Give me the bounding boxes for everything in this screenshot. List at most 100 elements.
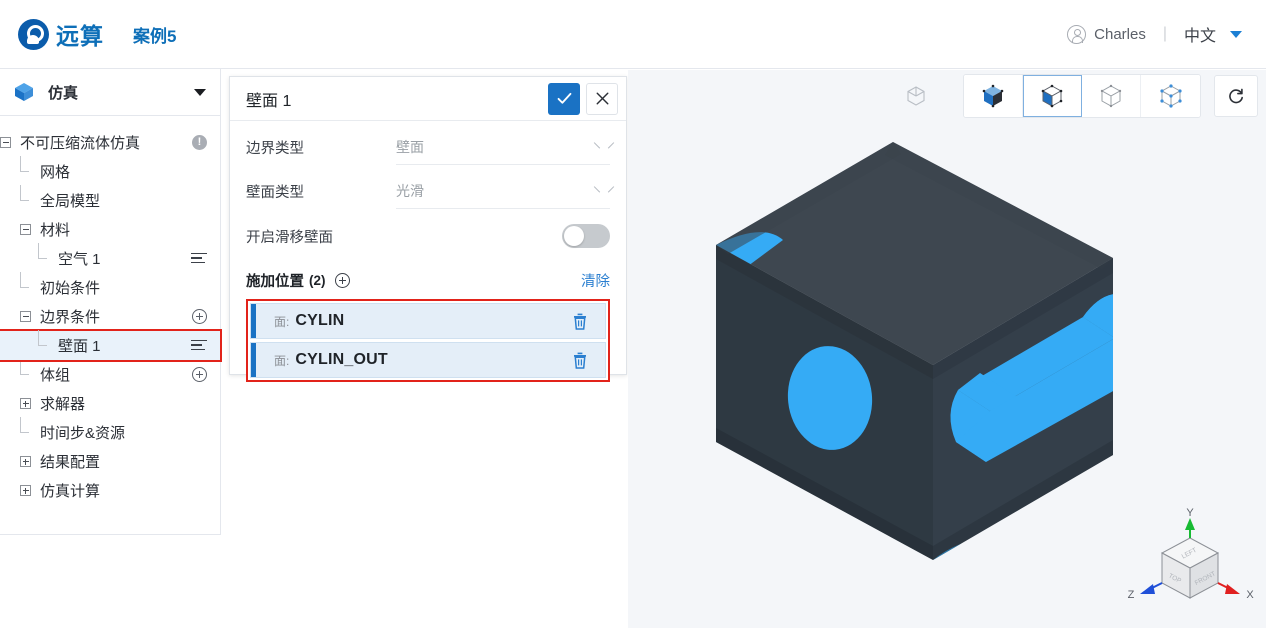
tree-item-label: 空气 1 (58, 251, 101, 268)
gizmo-z-label: Z (1128, 589, 1135, 601)
expand-icon[interactable] (20, 456, 31, 467)
collapse-icon[interactable] (20, 224, 31, 235)
language-label: 中文 (1183, 28, 1216, 45)
plus-circle-icon[interactable] (192, 367, 207, 382)
shaded-edges-cube-icon[interactable] (1023, 75, 1082, 117)
chevron-down-icon[interactable] (194, 88, 206, 96)
slip-wall-label: 开启滑移壁面 (246, 229, 333, 246)
collapse-icon[interactable] (0, 137, 11, 148)
cancel-button[interactable] (586, 82, 618, 115)
list-menu-icon[interactable] (191, 339, 207, 352)
tree-item-label: 仿真计算 (40, 483, 101, 500)
slip-wall-switch[interactable] (562, 224, 610, 248)
plus-circle-icon[interactable] (192, 309, 207, 324)
selection-item[interactable]: 面: CYLIN_OUT (250, 342, 606, 378)
hidden-line-cube-icon[interactable] (1082, 75, 1141, 117)
app-header: 远算 案例5 Charles | 中文 (0, 0, 1266, 69)
orientation-gizmo[interactable]: LEFT TOP FRONT Y X Z (1126, 507, 1256, 620)
panel-title: 壁面 1 (246, 92, 292, 110)
tree-item-10[interactable]: 时间步&资源 (0, 417, 220, 447)
panel-header: 壁面 1 (230, 77, 626, 121)
gizmo-x-label: X (1246, 589, 1254, 601)
selection-name: CYLIN_OUT (295, 351, 388, 368)
tree-item-7[interactable]: 壁面 1 (0, 329, 222, 362)
plus-circle-icon[interactable] (334, 272, 350, 288)
property-dropdown[interactable]: 壁面 (396, 129, 610, 165)
header-right: Charles | 中文 (1067, 22, 1242, 46)
chevron-down-icon (595, 185, 606, 196)
wireframe-cube-icon[interactable] (894, 74, 938, 118)
reset-view-icon[interactable] (1214, 75, 1258, 117)
check-icon (557, 92, 571, 104)
brand[interactable]: 远算 (18, 17, 104, 51)
trash-icon[interactable] (572, 351, 588, 369)
tree-branch-line (20, 417, 31, 438)
app-root: 远算 案例5 Charles | 中文 仿真 不可压缩流体仿真! 网格全局模型 … (0, 0, 1266, 628)
property-value: 光滑 (396, 182, 424, 199)
language-selector[interactable]: 中文 (1184, 22, 1242, 46)
tree-branch-line (20, 185, 31, 206)
tree-item-8[interactable]: 体组 (0, 359, 220, 389)
tree-item-9[interactable]: 求解器 (0, 389, 220, 418)
boundary-properties-panel: 壁面 1 边界类型 壁面 壁面类型 光滑 开启滑移壁面 施加位置 (2) 清除 … (229, 76, 627, 382)
shaded-cube-icon[interactable] (964, 75, 1023, 117)
selection-item[interactable]: 面: CYLIN (250, 303, 606, 339)
panel-body: 边界类型 壁面 壁面类型 光滑 开启滑移壁面 施加位置 (2) 清除 面: CYLIN 面… (230, 129, 626, 382)
tree-branch-line (20, 359, 31, 380)
tree-item-2[interactable]: 全局模型 (0, 185, 220, 215)
chevron-down-icon (1230, 30, 1242, 38)
switch-knob (564, 226, 584, 246)
selection-list: 面: CYLIN 面: CYLIN_OUT (246, 299, 610, 382)
slip-wall-toggle-row: 开启滑移壁面 (246, 219, 610, 253)
tree-branch-line (38, 330, 49, 351)
cube-icon (15, 83, 33, 101)
collapse-icon[interactable] (20, 311, 31, 322)
tree-item-label: 全局模型 (40, 193, 101, 210)
selection-prefix: 面: (274, 314, 290, 329)
tree-item-label: 结果配置 (40, 454, 101, 471)
tree-item-0[interactable]: 不可压缩流体仿真! (0, 128, 220, 157)
property-dropdown[interactable]: 光滑 (396, 173, 610, 209)
clear-link[interactable]: 清除 (581, 270, 610, 291)
tree-item-4[interactable]: 空气 1 (0, 243, 220, 273)
apply-location-header: 施加位置 (2) 清除 (246, 267, 610, 293)
user-menu[interactable]: Charles (1067, 24, 1146, 44)
tree-item-label: 壁面 1 (58, 338, 101, 355)
tree-item-5[interactable]: 初始条件 (0, 272, 220, 302)
viewport-3d[interactable]: LEFT TOP FRONT Y X Z (628, 70, 1266, 628)
selection-name: CYLIN (295, 312, 345, 329)
close-icon (596, 92, 608, 105)
tree-item-label: 初始条件 (40, 280, 101, 297)
tree-item-1[interactable]: 网格 (0, 156, 220, 186)
sidebar-header[interactable]: 仿真 (0, 69, 220, 116)
sidebar: 仿真 不可压缩流体仿真! 网格全局模型材料空气 1 初始条件边界条件壁面 1 体组求解… (0, 69, 222, 535)
list-menu-icon[interactable] (191, 252, 207, 265)
property-label: 边界类型 (246, 140, 304, 157)
simulation-tree: 不可压缩流体仿真! 网格全局模型材料空气 1 初始条件边界条件壁面 1 体组求解器时间… (0, 116, 222, 505)
brand-name: 远算 (56, 23, 104, 49)
tree-item-3[interactable]: 材料 (0, 215, 220, 244)
tree-item-label: 网格 (40, 164, 71, 181)
tree-item-6[interactable]: 边界条件 (0, 302, 220, 331)
tree-item-action (191, 252, 207, 265)
tree-item-11[interactable]: 结果配置 (0, 447, 220, 476)
warning-circle-icon[interactable]: ! (192, 135, 207, 150)
points-cube-icon[interactable] (1141, 75, 1200, 117)
tree-branch-line (38, 243, 49, 264)
logo-icon (18, 18, 49, 50)
header-divider: | (1162, 25, 1167, 42)
user-name: Charles (1094, 25, 1146, 43)
tree-item-action (192, 367, 207, 382)
trash-icon[interactable] (572, 312, 588, 330)
tree-item-label: 时间步&资源 (40, 425, 126, 442)
confirm-button[interactable] (548, 82, 580, 115)
property-value: 壁面 (396, 138, 424, 155)
tree-item-12[interactable]: 仿真计算 (0, 476, 220, 505)
tree-branch-line (20, 156, 31, 177)
expand-icon[interactable] (20, 398, 31, 409)
tree-item-label: 体组 (40, 367, 71, 384)
expand-icon[interactable] (20, 485, 31, 496)
property-row-1: 壁面类型 光滑 (246, 173, 610, 209)
tree-item-label: 求解器 (40, 396, 86, 413)
user-circle-icon (1067, 24, 1087, 44)
